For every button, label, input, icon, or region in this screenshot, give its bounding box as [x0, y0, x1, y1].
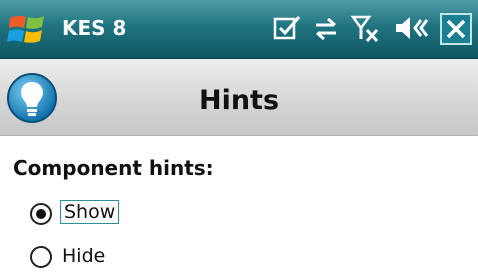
page-title: Hints: [198, 85, 280, 116]
radio-selected-dot: [36, 209, 46, 219]
signal-no-service-icon[interactable]: [350, 13, 382, 45]
notification-checkbox-icon[interactable]: [272, 13, 302, 43]
page-header: Hints: [0, 59, 478, 136]
show-radio[interactable]: [30, 203, 52, 225]
speaker-muted-icon[interactable]: [394, 13, 430, 43]
title-bar: KES 8: [0, 0, 478, 59]
show-label[interactable]: Show: [60, 200, 120, 224]
windows-start-icon[interactable]: [6, 10, 52, 50]
hide-radio[interactable]: [30, 246, 52, 268]
app-title: KES 8: [62, 16, 127, 40]
hide-label[interactable]: Hide: [62, 245, 105, 267]
component-hints-label: Component hints:: [13, 156, 214, 180]
close-button[interactable]: [440, 13, 472, 45]
connectivity-arrows-icon[interactable]: [310, 13, 342, 43]
close-icon: [446, 19, 466, 39]
